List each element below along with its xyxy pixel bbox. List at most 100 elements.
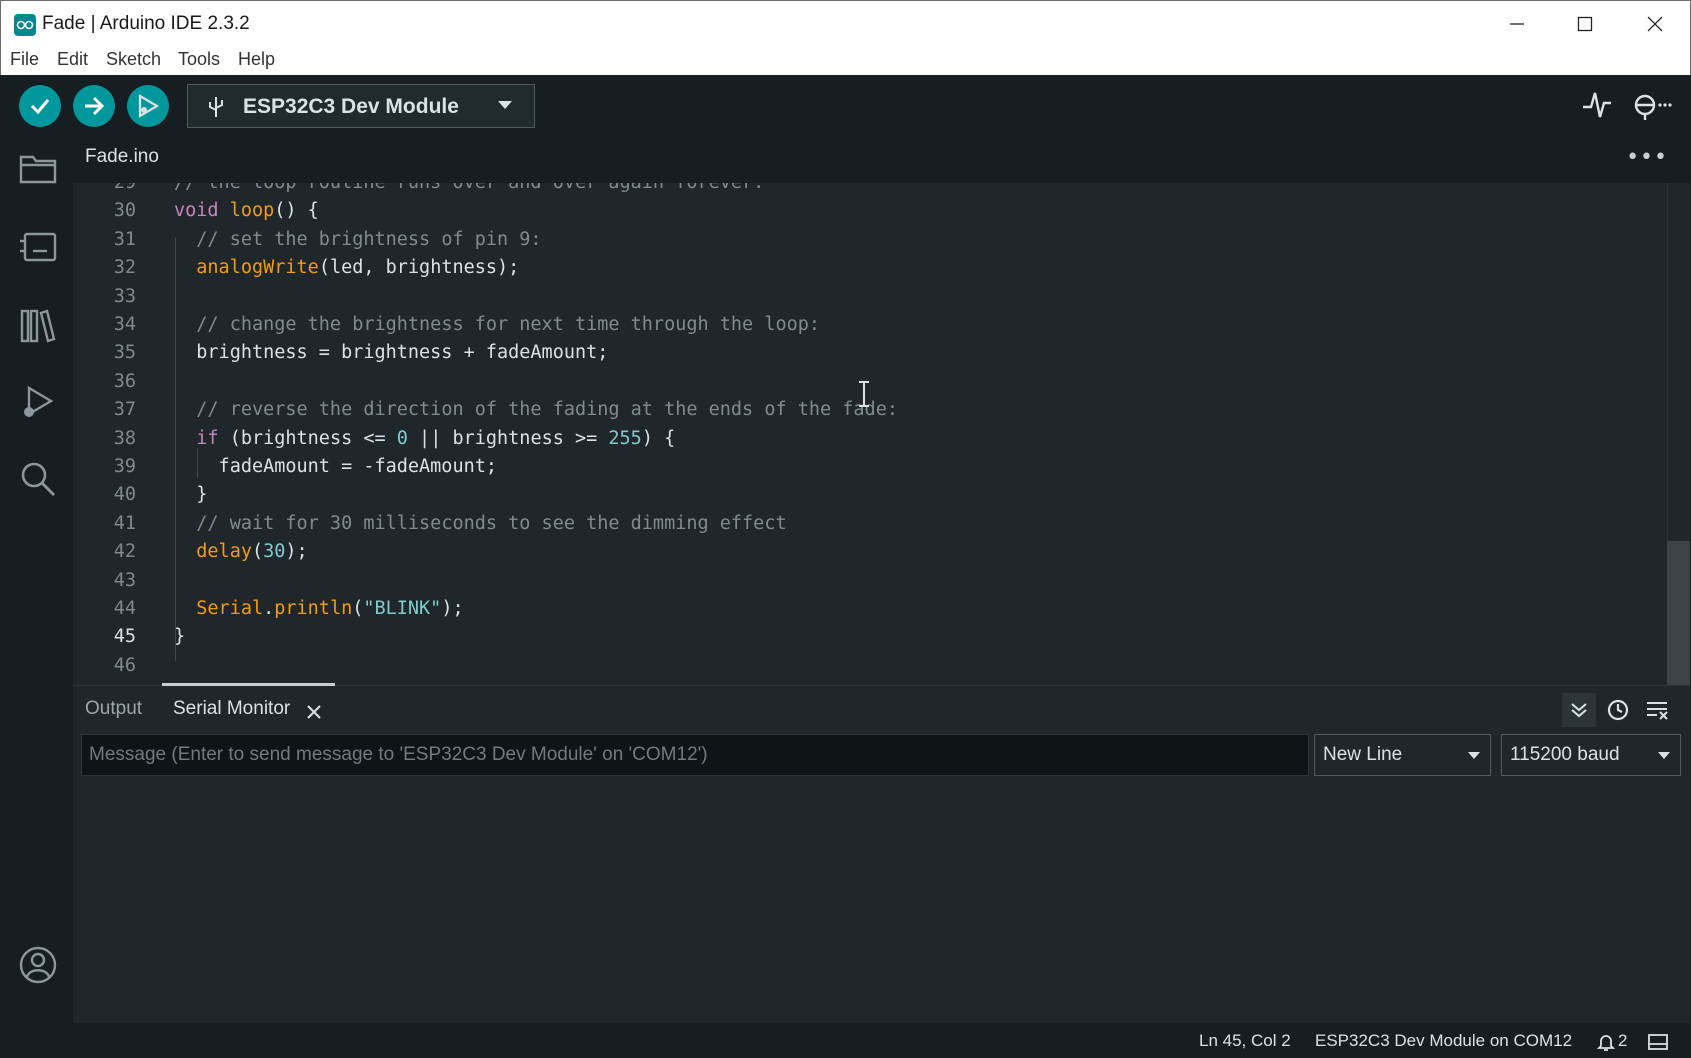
code-text: delay(30); (196, 541, 308, 563)
board-selector[interactable]: ESP32C3 Dev Module (187, 84, 535, 128)
boards-manager-button[interactable] (18, 227, 58, 267)
checkmark-icon (30, 99, 50, 115)
board-port-status[interactable]: ESP32C3 Dev Module on COM12 (1315, 1031, 1572, 1051)
arduino-logo-icon (14, 14, 36, 36)
menu-sketch[interactable]: Sketch (106, 49, 161, 70)
cursor-position[interactable]: Ln 45, Col 2 (1199, 1031, 1291, 1051)
line-number: 30 (113, 200, 136, 222)
clear-output-button[interactable] (1640, 693, 1674, 727)
library-manager-button[interactable] (18, 305, 58, 345)
code-text: void loop() { (174, 200, 319, 222)
code-line[interactable]: 45} (73, 623, 1663, 651)
tab-fade-ino[interactable]: Fade.ino (73, 135, 171, 183)
line-ending-value: New Line (1323, 744, 1403, 765)
code-text: Serial.println("BLINK"); (196, 598, 464, 619)
toggle-panel-icon[interactable] (1648, 1034, 1668, 1050)
debug-play-icon (138, 94, 160, 118)
clock-icon (1607, 699, 1629, 721)
code-text: // wait for 30 milliseconds to see the d… (196, 512, 787, 534)
menu-edit[interactable]: Edit (57, 49, 88, 70)
code-line[interactable]: 38 if (brightness <= 0 || brightness >= … (73, 425, 1663, 453)
code-line[interactable]: 39 fadeAmount = -fadeAmount; (73, 453, 1663, 481)
code-line[interactable]: 33 (73, 283, 1663, 311)
tab-serial-monitor[interactable]: Serial Monitor (173, 698, 290, 720)
user-icon (19, 946, 57, 984)
more-options-icon[interactable]: ••• (1626, 145, 1668, 170)
account-button[interactable] (18, 945, 58, 985)
search-button[interactable] (18, 459, 58, 499)
usb-icon (209, 97, 223, 117)
toolbar: ESP32C3 Dev Module (1, 75, 1690, 135)
code-text: // the loop routine runs over and over a… (174, 183, 764, 193)
line-number: 45 (113, 626, 136, 648)
verify-button[interactable] (19, 85, 61, 127)
line-number: 31 (113, 228, 136, 250)
editor-tabbar: Fade.ino ••• (73, 135, 1690, 183)
code-line[interactable]: 32 analogWrite(led, brightness); (73, 254, 1663, 282)
line-number: 35 (113, 342, 136, 364)
board-icon (20, 232, 57, 262)
line-ending-select[interactable]: New Line (1314, 734, 1491, 776)
line-number: 36 (113, 370, 136, 392)
debug-view-button[interactable] (18, 383, 58, 423)
maximize-button[interactable] (1551, 1, 1619, 47)
code-line[interactable]: 35 brightness = brightness + fadeAmount; (73, 339, 1663, 367)
tab-output[interactable]: Output (85, 698, 142, 720)
sketchbook-button[interactable] (18, 148, 58, 188)
chevron-down-icon (498, 101, 512, 109)
status-bar: Ln 45, Col 2 ESP32C3 Dev Module on COM12… (1, 1023, 1690, 1058)
code-line[interactable]: 40 } (73, 481, 1663, 509)
code-line[interactable]: 34 // change the brightness for next tim… (73, 311, 1663, 339)
line-number: 33 (113, 285, 136, 307)
autoscroll-button[interactable] (1562, 693, 1596, 727)
clear-list-icon (1647, 702, 1668, 720)
code-line[interactable]: 41 // wait for 30 milliseconds to see th… (73, 510, 1663, 538)
serial-message-input[interactable] (81, 734, 1309, 776)
upload-button[interactable] (73, 85, 115, 127)
chevron-down-icon (1658, 752, 1670, 759)
code-line[interactable]: 30 void loop() { (73, 197, 1663, 225)
line-number: 41 (113, 512, 136, 534)
menu-help[interactable]: Help (238, 49, 275, 70)
bottom-panel: Output Serial Monitor New Line 115200 ba… (73, 683, 1690, 1023)
code-line[interactable]: 29 // the loop routine runs over and over… (73, 183, 1663, 197)
menu-tools[interactable]: Tools (178, 49, 220, 70)
code-line[interactable]: 44 Serial.println("BLINK"); (73, 595, 1663, 623)
arrow-right-icon (85, 96, 105, 116)
code-line[interactable]: 43 (73, 567, 1663, 595)
code-text: // change the brightness for next time t… (196, 314, 821, 335)
line-number: 44 (113, 598, 136, 619)
close-window-button[interactable] (1621, 1, 1689, 47)
line-number: 37 (113, 399, 136, 421)
code-text: } (174, 626, 186, 648)
line-number: 46 (113, 654, 136, 676)
text-cursor-icon (859, 381, 869, 407)
debug-button[interactable] (127, 85, 169, 127)
code-line[interactable]: 46 (73, 652, 1663, 680)
close-icon[interactable] (307, 705, 321, 719)
menu-file[interactable]: File (10, 49, 39, 70)
code-text: // set the brightness of pin 9: (196, 228, 542, 250)
folder-icon (19, 155, 57, 184)
line-number: 39 (113, 456, 136, 477)
code-editor[interactable]: 29 // the loop routine runs over and over… (73, 183, 1690, 685)
editor-area: Fade.ino ••• 29 // the loop routine runs … (73, 135, 1690, 711)
code-line[interactable]: 31 // set the brightness of pin 9: (73, 226, 1663, 254)
double-chevron-down-icon (1571, 703, 1587, 718)
line-number: 43 (113, 569, 136, 591)
bell-icon[interactable] (1597, 1032, 1615, 1052)
code-text: analogWrite(led, brightness); (196, 257, 520, 279)
plotter-icon (1583, 92, 1611, 118)
minimize-button[interactable] (1483, 1, 1551, 47)
debug-icon (24, 385, 54, 417)
code-line[interactable]: 42 delay(30); (73, 538, 1663, 566)
editor-scrollbar[interactable] (1667, 183, 1690, 711)
line-number: 29 (73, 183, 136, 193)
code-text: // reverse the direction of the fading a… (196, 399, 898, 421)
timestamp-button[interactable] (1601, 693, 1635, 727)
serial-monitor-button[interactable] (1631, 89, 1675, 123)
baud-rate-select[interactable]: 115200 baud (1501, 734, 1681, 776)
search-icon (21, 462, 56, 497)
serial-plotter-button[interactable] (1581, 89, 1617, 123)
baud-rate-value: 115200 baud (1510, 744, 1620, 765)
